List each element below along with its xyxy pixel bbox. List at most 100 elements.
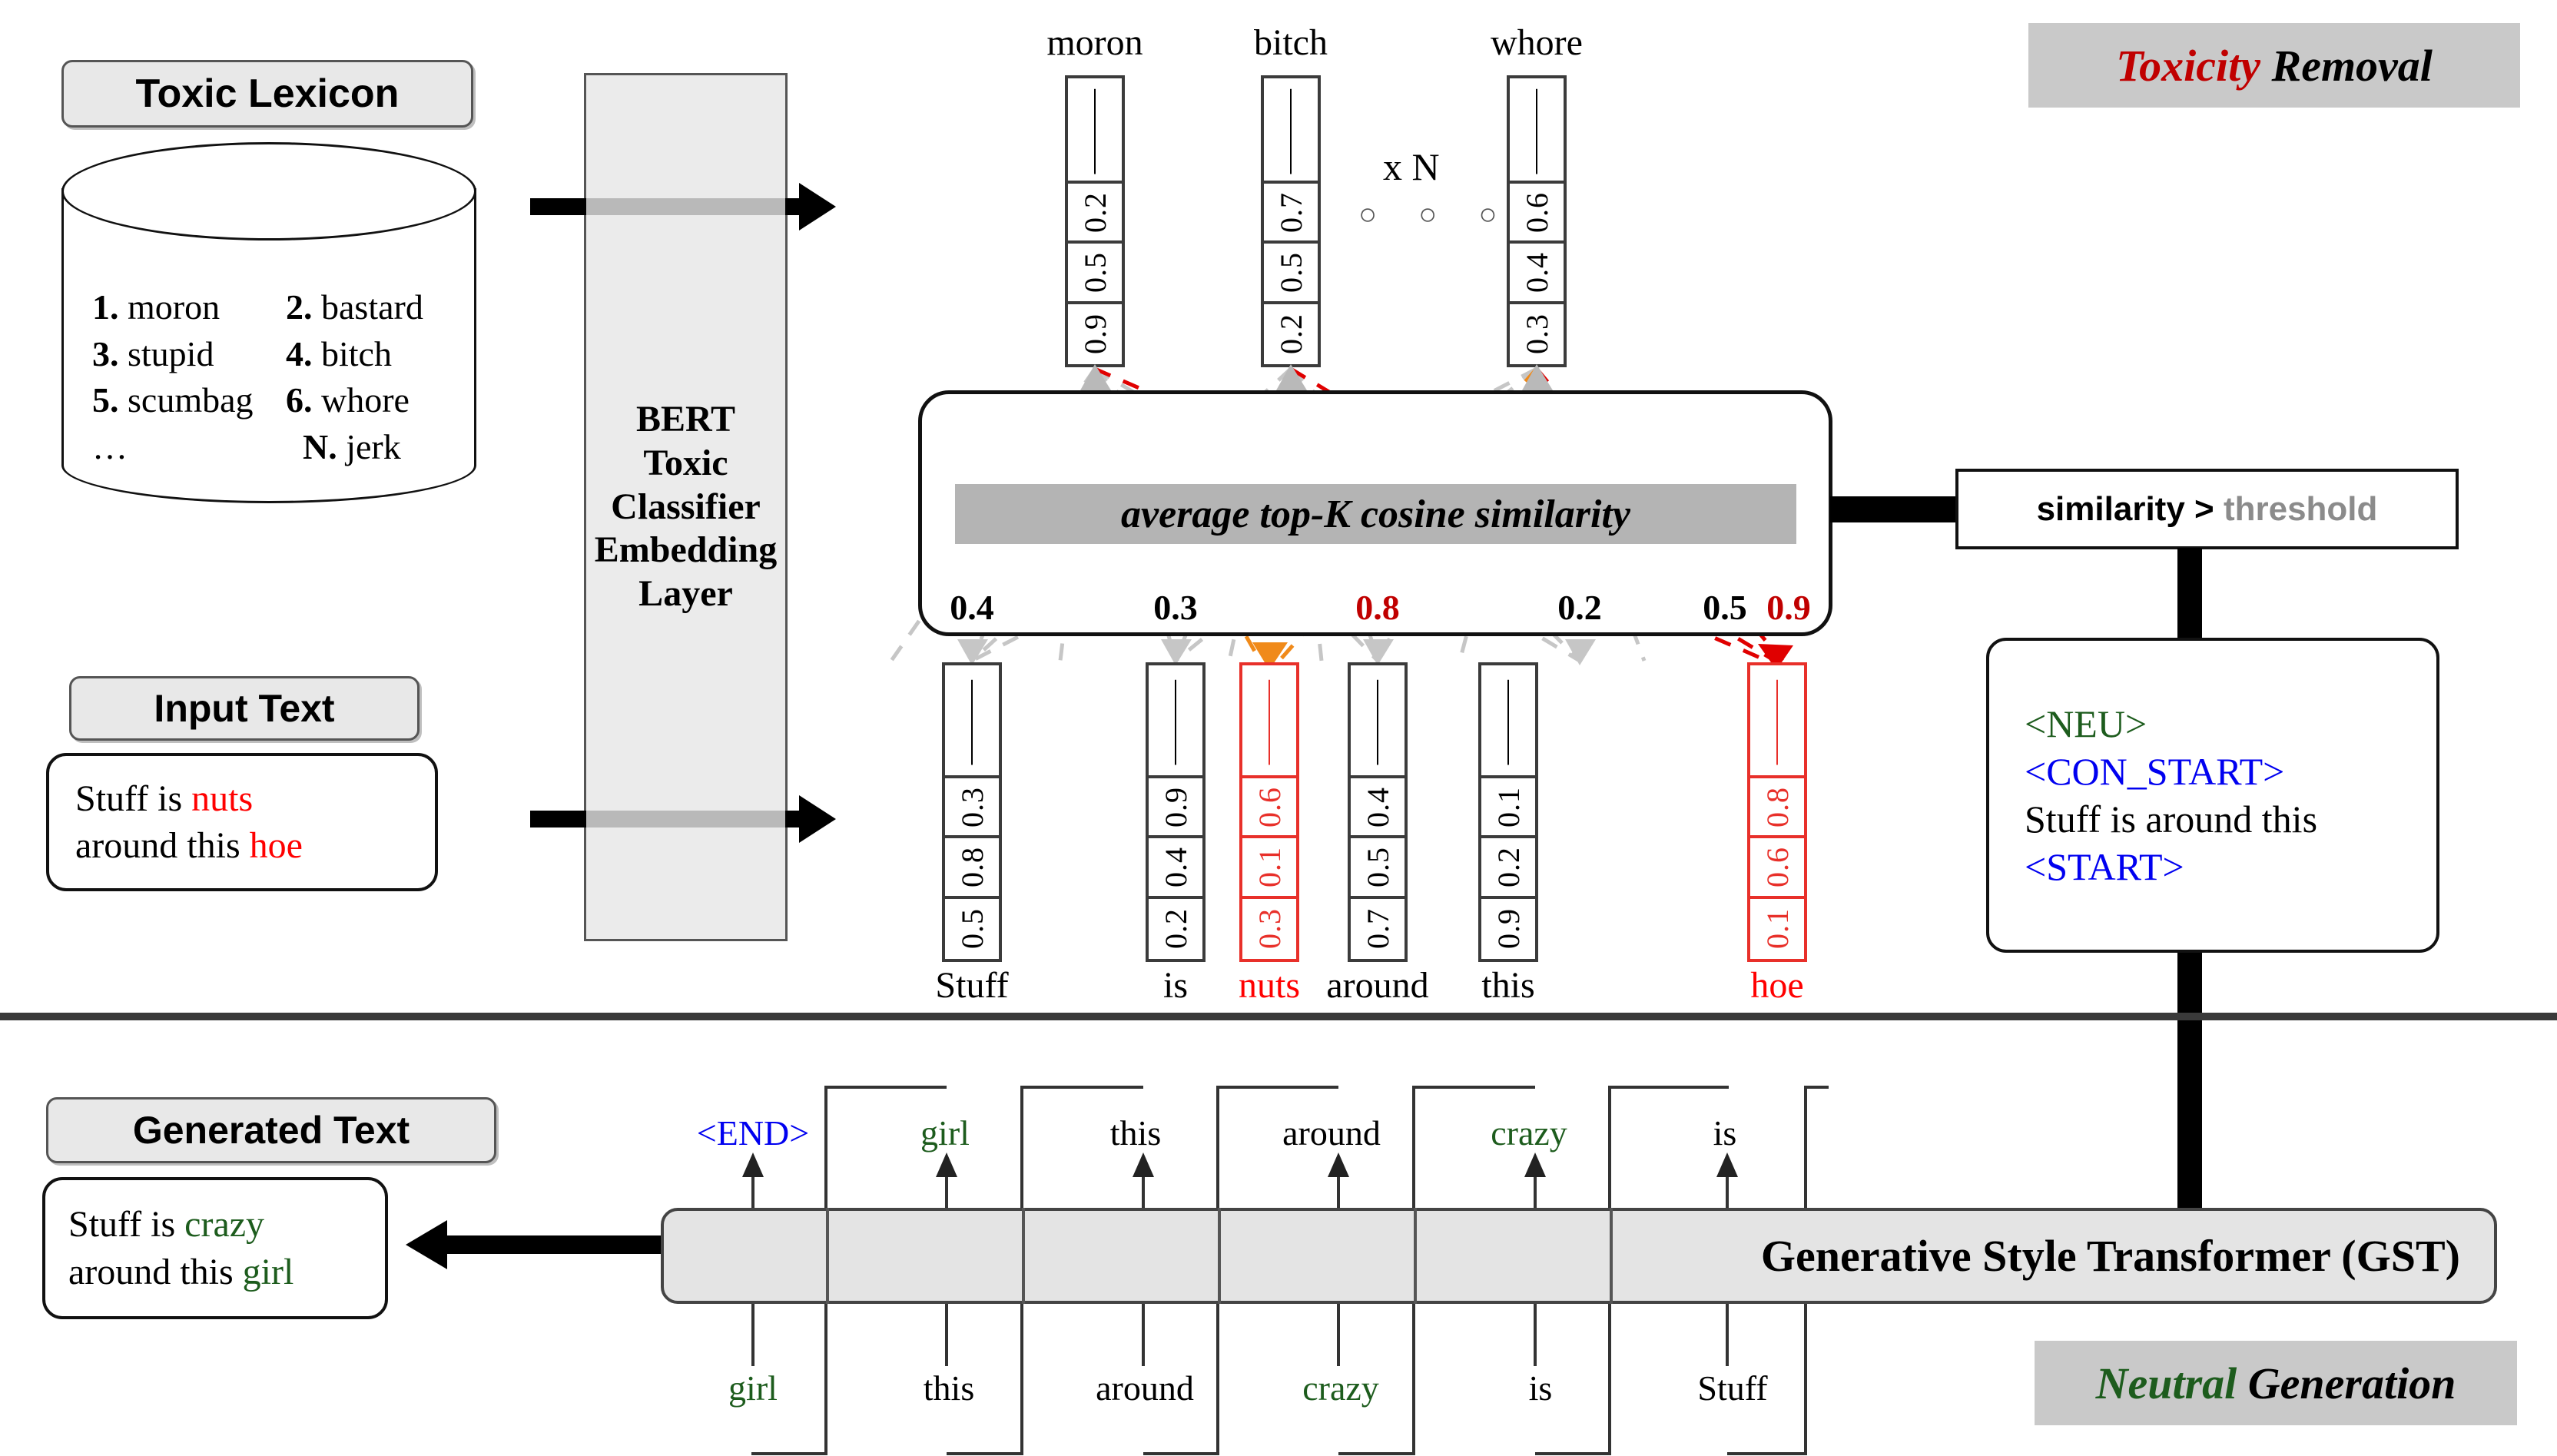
vector-cell-ellipsis: | | | | xyxy=(1351,665,1405,778)
input-text-title-text: Input Text xyxy=(154,687,335,730)
list-item: 1. moron xyxy=(92,287,221,327)
input-word-around: around xyxy=(1301,964,1454,1007)
vector-value: 0.5 xyxy=(954,908,990,950)
gst-output-token-2: this xyxy=(1059,1113,1212,1153)
vector-cell: 0.3 xyxy=(1242,899,1296,959)
repeat-dots: ○ ○ ○ xyxy=(1358,196,1514,232)
arrow-lexicon-to-bert-head xyxy=(799,183,836,231)
gst-box: Generative Style Transformer (GST) xyxy=(661,1208,2497,1304)
neutral-generation-word-neutral: Neutral xyxy=(2095,1358,2237,1408)
word-text: whore xyxy=(1491,22,1583,63)
vector-cell: 0.7 xyxy=(1264,184,1318,244)
input-word-this: this xyxy=(1439,964,1577,1007)
vector-value: 0.1 xyxy=(1252,846,1287,887)
badge-space-2 xyxy=(2237,1358,2248,1409)
similarity-score-3: 0.2 xyxy=(1534,587,1626,628)
vector-cell-ellipsis: | | | | xyxy=(1481,665,1535,778)
generated-text-title-text: Generated Text xyxy=(132,1109,410,1152)
arrow-prompt-to-gst xyxy=(2177,953,2202,1229)
prompt-content-text: Stuff is around this xyxy=(2025,798,2318,841)
gst-input-token-4: is xyxy=(1468,1368,1613,1408)
vector-value: 0.2 xyxy=(1077,191,1113,233)
vector-value: 0.8 xyxy=(954,846,990,887)
gst-input-token-0: girl xyxy=(676,1368,830,1408)
threshold-right-text: threshold xyxy=(2223,489,2378,528)
lexicon-vector-bitch: | | | | 0.7 0.5 0.2 xyxy=(1261,75,1321,367)
score-text: 0.9 xyxy=(1766,588,1811,627)
gst-output-token-5: is xyxy=(1652,1113,1798,1153)
repeat-label: x N xyxy=(1383,144,1440,189)
vector-cell: 0.4 xyxy=(1510,244,1564,304)
bert-line-2: Classifier xyxy=(611,486,761,527)
generated-line1-plain: Stuff is xyxy=(68,1204,185,1245)
list-item: 4. bitch xyxy=(286,333,392,373)
gst-input-token-5: Stuff xyxy=(1648,1368,1817,1408)
toxic-lexicon-cylinder: 1. moron 3. stupid 5. scumbag … 2. bastard 4… xyxy=(46,142,492,526)
vector-cell: 0.1 xyxy=(1242,838,1296,899)
cylinder-top xyxy=(61,142,476,240)
vector-value: 0.7 xyxy=(1360,908,1395,950)
lexicon-column-left: 1. moron 3. stupid 5. scumbag… xyxy=(92,284,267,471)
bert-line-3: Embedding xyxy=(594,529,778,571)
vector-dashes: | | | | xyxy=(1374,673,1381,766)
input-vector-around: | | | | 0.4 0.5 0.7 xyxy=(1348,662,1408,962)
gst-cell-divider xyxy=(1022,1208,1025,1304)
similarity-bar-label: average top-K cosine similarity xyxy=(1121,492,1630,536)
vector-cell: 0.9 xyxy=(1149,778,1202,839)
input-line2-plain: around this xyxy=(75,825,250,866)
input-vector-this: | | | | 0.1 0.2 0.9 xyxy=(1478,662,1538,962)
gst-cell-divider xyxy=(1414,1208,1417,1304)
threshold-box: similarity > threshold xyxy=(1955,469,2459,549)
toxic-lexicon-title: Toxic Lexicon xyxy=(61,60,473,128)
lexicon-vector-whore: | | | | 0.6 0.4 0.3 xyxy=(1507,75,1567,367)
token-text: girl xyxy=(920,1113,970,1153)
list-item: 2. bastard xyxy=(286,287,423,327)
vector-dashes: | | | | xyxy=(1172,673,1179,766)
section-divider xyxy=(0,1013,2557,1020)
lexicon-column-right: 2. bastard 4. bitch 6. whore N. jerk xyxy=(286,284,461,471)
score-text: 0.2 xyxy=(1557,588,1602,627)
word-text: nuts xyxy=(1238,965,1300,1006)
word-text: hoe xyxy=(1750,965,1804,1006)
vector-value: 0.2 xyxy=(1491,846,1526,887)
bert-highlight-bottom xyxy=(586,811,785,827)
arrow-gst-to-generated-head xyxy=(406,1220,447,1269)
vector-value: 0.2 xyxy=(1273,313,1308,355)
vector-dashes: | | | | xyxy=(1533,82,1540,175)
repeat-label-text: x N xyxy=(1383,145,1440,188)
gst-cell-divider xyxy=(826,1208,829,1304)
con-start-token-text: <CON_START> xyxy=(2025,750,2285,793)
lexicon-entry-list: 1. moron 3. stupid 5. scumbag … 2. bastard 4… xyxy=(92,284,461,471)
word-text: bitch xyxy=(1254,22,1328,63)
input-line1-plain: Stuff is xyxy=(75,778,192,819)
word-text: Stuff xyxy=(935,965,1009,1006)
similarity-score-2: 0.8 xyxy=(1332,587,1424,628)
gst-label: Generative Style Transformer (GST) xyxy=(1760,1231,2460,1281)
token-text: crazy xyxy=(1302,1368,1379,1408)
vector-cell: 0.2 xyxy=(1068,184,1122,244)
vector-cell: 0.8 xyxy=(1750,778,1804,839)
vector-value: 0.9 xyxy=(1158,786,1193,827)
arrow-gst-to-generated xyxy=(446,1235,668,1254)
vector-dashes: | | | | xyxy=(1265,673,1272,766)
threshold-space xyxy=(2214,490,2224,529)
input-text-box: Stuff is nuts around this hoe xyxy=(46,753,438,891)
vector-cell: 0.3 xyxy=(1510,304,1564,364)
vector-cell: 0.5 xyxy=(1264,244,1318,304)
bert-line-0: BERT xyxy=(635,399,735,440)
vector-cell: 0.2 xyxy=(1149,899,1202,959)
similarity-score-0: 0.4 xyxy=(926,587,1018,628)
bert-highlight-top xyxy=(586,198,785,215)
similarity-score-5: 0.9 xyxy=(1743,587,1835,628)
lexicon-vector-word-bitch: bitch xyxy=(1218,22,1364,64)
bert-line-4: Layer xyxy=(638,572,733,614)
vector-dashes: | | | | xyxy=(968,673,975,766)
input-text-title: Input Text xyxy=(69,676,420,741)
arrow-input-to-bert-head xyxy=(799,795,836,843)
toxicity-removal-word-removal: Removal xyxy=(2271,40,2433,91)
vector-cell-ellipsis: | | | | xyxy=(1149,665,1202,778)
gst-input-token-3: crazy xyxy=(1260,1368,1421,1408)
toxicity-removal-word-toxic: Toxicity xyxy=(2116,40,2261,91)
gst-output-token-4: crazy xyxy=(1444,1113,1613,1153)
badge-space xyxy=(2260,40,2272,91)
